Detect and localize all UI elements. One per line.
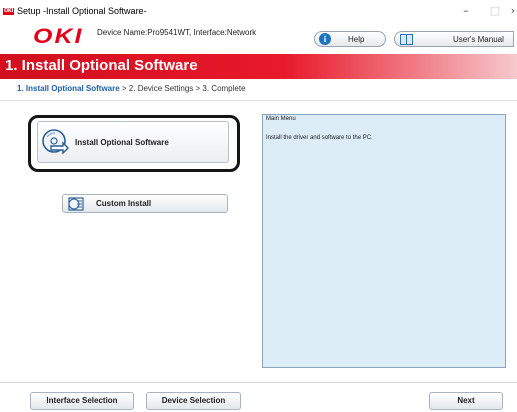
- app-logo-icon: OKI: [3, 7, 14, 15]
- breadcrumb-remaining-steps: > 2. Device Settings > 3. Complete: [119, 84, 246, 93]
- help-label: Help: [348, 34, 365, 44]
- info-icon: i: [319, 33, 331, 45]
- custom-install-label: Custom Install: [96, 199, 152, 208]
- panel-title: Main Menu: [266, 116, 296, 122]
- device-info: Device Name:Pro9541WT, Interface:Network: [97, 28, 257, 37]
- install-optional-software-label: Install Optional Software: [75, 137, 169, 147]
- breadcrumb-active-step: 1. Install Optional Software: [17, 84, 120, 93]
- window-title: Setup -Install Optional Software-: [17, 6, 147, 16]
- minimize-button[interactable]: –: [451, 2, 481, 20]
- custom-install-button[interactable]: Custom Install: [62, 194, 228, 213]
- install-optional-software-button[interactable]: Install Optional Software: [37, 121, 229, 163]
- book-icon: [400, 33, 413, 45]
- panel-description: Install the driver and software to the P…: [266, 135, 373, 141]
- description-panel: Main Menu Install the driver and softwar…: [262, 114, 506, 368]
- device-selection-button[interactable]: Device Selection: [146, 392, 241, 410]
- header: OKI Device Name:Pro9541WT, Interface:Net…: [0, 22, 517, 54]
- title-bar: OKI Setup -Install Optional Software- – …: [0, 0, 517, 22]
- breadcrumb: 1. Install Optional Software > 2. Device…: [17, 84, 246, 93]
- custom-list-icon: [68, 196, 84, 211]
- footer-divider: [0, 382, 517, 383]
- step-banner: 1. Install Optional Software: [0, 54, 517, 79]
- help-button[interactable]: i Help: [314, 31, 386, 47]
- users-manual-label: User's Manual: [453, 34, 504, 44]
- next-button[interactable]: Next: [429, 392, 503, 410]
- interface-selection-button[interactable]: Interface Selection: [30, 392, 134, 410]
- page-title: 1. Install Optional Software: [5, 57, 198, 74]
- divider: [0, 100, 517, 101]
- oki-logo: OKI: [33, 24, 84, 48]
- close-button[interactable]: ›: [506, 2, 517, 20]
- users-manual-button[interactable]: User's Manual: [394, 31, 514, 47]
- cd-install-icon: [42, 129, 69, 155]
